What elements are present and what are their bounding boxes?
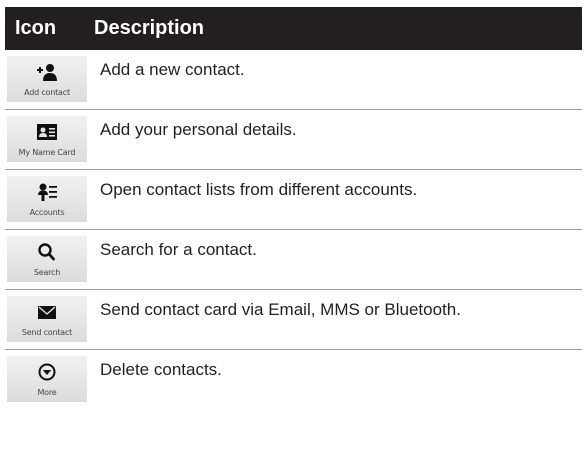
more-button[interactable]: More [7, 356, 87, 402]
row-description: Send contact card via Email, MMS or Blue… [100, 300, 461, 319]
row-description: Add a new contact. [100, 60, 245, 79]
table-row: Search Search for a contact. [5, 230, 582, 290]
icon-description-table: Icon Description Add contact Add a new c… [5, 7, 582, 410]
my-name-card-button[interactable]: My Name Card [7, 116, 87, 162]
add-contact-button[interactable]: Add contact [7, 56, 87, 102]
envelope-icon [38, 306, 56, 319]
row-description: Delete contacts. [100, 360, 222, 379]
more-icon [38, 363, 56, 381]
header-description-column: Description [94, 17, 205, 39]
accounts-icon [38, 183, 57, 201]
row-description: Add your personal details. [100, 120, 297, 139]
icon-label: More [37, 388, 57, 397]
icon-label: Accounts [29, 208, 65, 217]
row-description: Open contact lists from different accoun… [100, 180, 418, 199]
table-row: Add contact Add a new contact. [5, 50, 582, 110]
icon-label: Send contact [21, 328, 73, 337]
icon-label: Add contact [24, 88, 70, 97]
search-icon [38, 243, 55, 261]
icon-cell: Send contact [5, 290, 94, 349]
icon-cell: Accounts [5, 170, 94, 229]
icon-cell: Search [5, 230, 94, 289]
header-icon-column: Icon [15, 17, 57, 39]
accounts-button[interactable]: Accounts [7, 176, 87, 222]
send-contact-button[interactable]: Send contact [7, 296, 87, 342]
table-row: More Delete contacts. [5, 350, 582, 410]
table-row: Accounts Open contact lists from differe… [5, 170, 582, 230]
add-contact-icon [37, 64, 57, 81]
table-row: My Name Card Add your personal details. [5, 110, 582, 170]
icon-label: Search [33, 268, 61, 277]
icon-cell: Add contact [5, 50, 94, 109]
name-card-icon [37, 124, 57, 140]
search-button[interactable]: Search [7, 236, 87, 282]
row-description: Search for a contact. [100, 240, 257, 259]
table-row: Send contact Send contact card via Email… [5, 290, 582, 350]
icon-label: My Name Card [18, 148, 76, 157]
icon-cell: My Name Card [5, 110, 94, 169]
table-header: Icon Description [5, 7, 582, 50]
icon-cell: More [5, 350, 94, 409]
